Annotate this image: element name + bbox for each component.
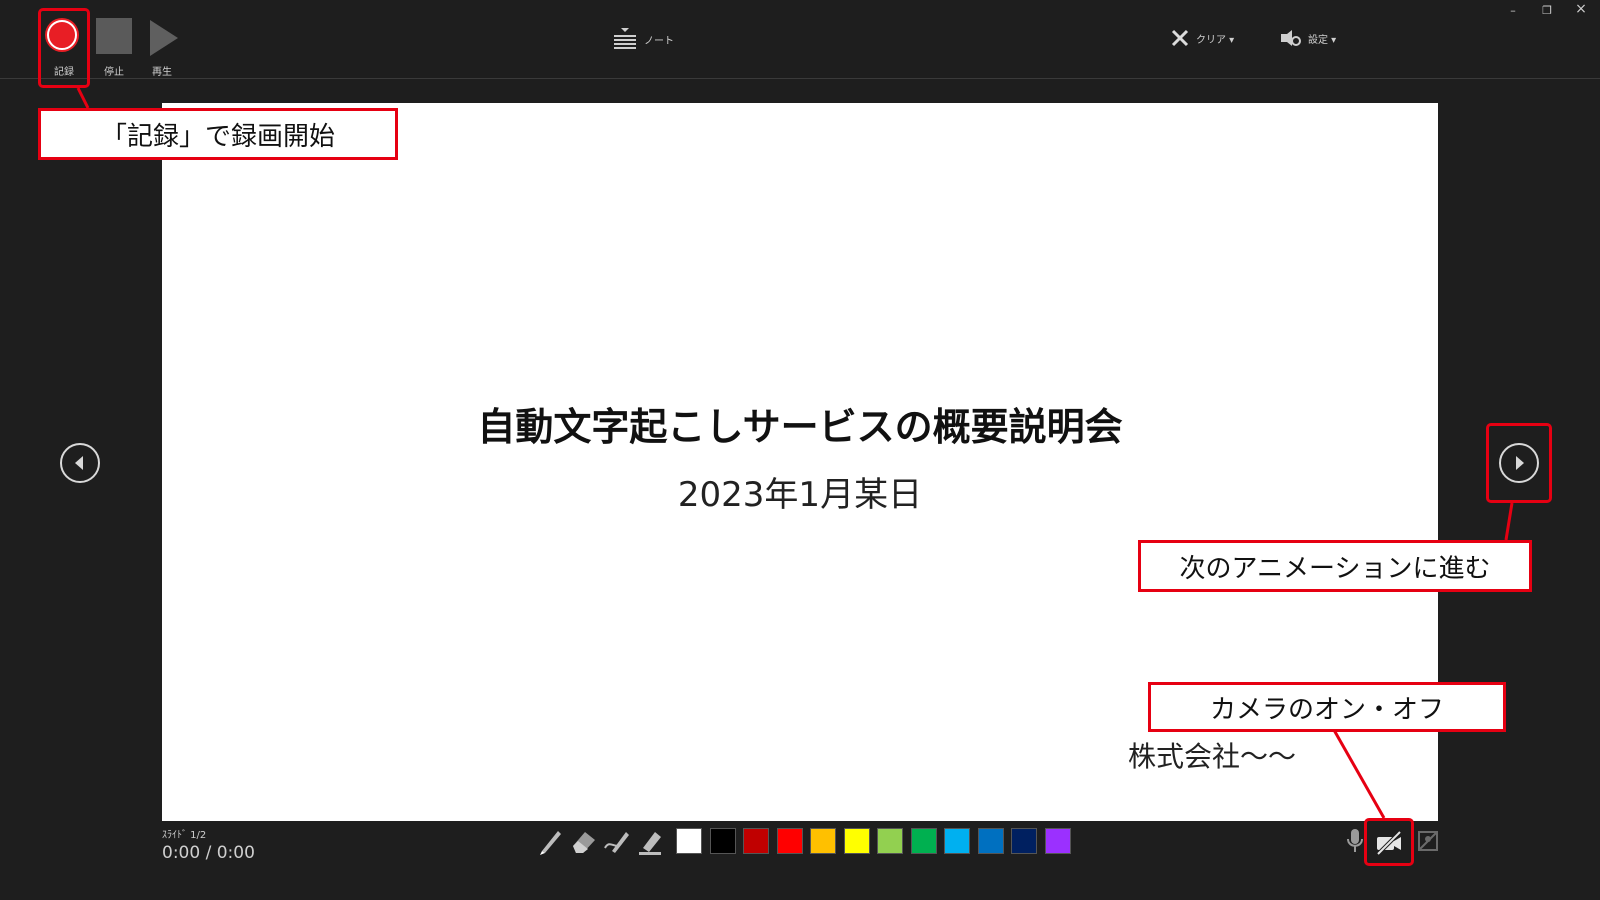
pen-color-swatch[interactable] <box>810 828 836 854</box>
highlighter-icon <box>639 832 661 855</box>
pen-color-swatch[interactable] <box>910 828 937 854</box>
pen-color-swatch[interactable] <box>1011 828 1037 854</box>
laser-pen-tool[interactable] <box>602 826 632 856</box>
microphone-button[interactable] <box>1340 826 1370 856</box>
pen-color-swatch[interactable] <box>877 828 903 854</box>
pen-tool[interactable] <box>536 826 566 856</box>
pen-color-swatch[interactable] <box>743 828 769 854</box>
pen-color-swatch[interactable] <box>1044 828 1071 854</box>
eraser-tool[interactable] <box>569 826 599 856</box>
camera-toggle-button[interactable] <box>1374 828 1404 858</box>
camera-callout: カメラのオン・オフ <box>1148 682 1506 732</box>
pen-icon <box>540 831 561 855</box>
highlighter-tool[interactable] <box>635 826 665 856</box>
slide-counter: ｽﾗｲﾄﾞ 1/2 <box>162 830 207 841</box>
pen-color-palette <box>676 0 1076 900</box>
camera-preview-button[interactable] <box>1414 826 1444 856</box>
pen-color-swatch[interactable] <box>944 828 970 854</box>
camera-off-icon <box>1376 830 1402 856</box>
recording-timer: 0:00 / 0:00 <box>162 843 255 863</box>
laser-pen-icon <box>604 832 629 853</box>
pen-color-swatch[interactable] <box>843 828 870 854</box>
next-animation-callout: 次のアニメーションに進む <box>1138 540 1532 592</box>
pen-color-swatch[interactable] <box>977 828 1004 854</box>
pen-color-swatch[interactable] <box>709 828 736 854</box>
record-callout: 「記録」で録画開始 <box>38 108 398 160</box>
camera-connector <box>1332 729 1386 819</box>
pen-color-swatch[interactable] <box>776 828 803 854</box>
next-connector <box>1504 502 1514 541</box>
camera-preview-icon <box>1418 831 1438 851</box>
record-connector <box>76 87 90 109</box>
microphone-icon <box>1347 829 1363 852</box>
pen-color-swatch[interactable] <box>676 828 702 854</box>
eraser-icon <box>573 832 595 853</box>
